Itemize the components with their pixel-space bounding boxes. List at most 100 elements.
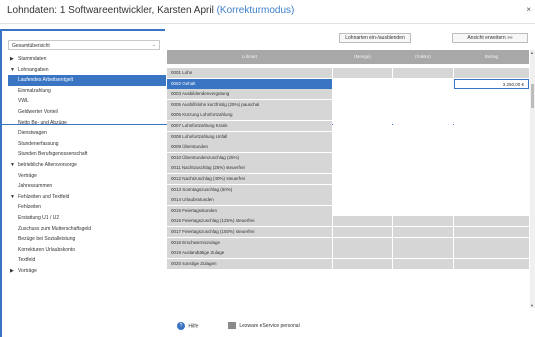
cell-menge[interactable] <box>333 110 392 121</box>
cell-menge[interactable] <box>333 195 392 206</box>
cell-menge[interactable] <box>333 89 392 100</box>
cell-menge[interactable] <box>333 248 392 259</box>
sidebar-item[interactable]: Dienstwagen <box>8 128 166 139</box>
column-header-betrag[interactable]: Betrag <box>454 50 529 64</box>
cell-betrag[interactable] <box>454 110 529 121</box>
sidebar-item[interactable]: Korrekturen Urlaubskonto <box>8 245 166 256</box>
scroll-down-icon[interactable]: ▼ <box>530 303 534 308</box>
scroll-up-icon[interactable]: ▲ <box>530 50 534 55</box>
expand-view-button[interactable]: Ansicht erweitern »» <box>452 33 528 43</box>
cell-faktor[interactable] <box>393 68 453 78</box>
cell-betrag[interactable] <box>454 89 529 100</box>
cell-menge[interactable] <box>333 142 392 153</box>
cell-faktor[interactable] <box>393 226 453 237</box>
column-header-menge[interactable]: (Menge) <box>333 50 392 64</box>
cell-menge[interactable] <box>333 205 392 216</box>
table-row[interactable]: 0011 Nachtzuschlag (25%) steuerfrei <box>167 163 529 174</box>
close-icon[interactable]: × <box>526 5 531 14</box>
table-row[interactable]: 0008 Lohnfortzahlung Unfall <box>167 131 529 143</box>
cell-menge[interactable] <box>333 226 392 237</box>
cell-faktor[interactable] <box>393 120 453 131</box>
sidebar-item[interactable]: Laufendes Arbeitsentgelt <box>8 75 166 86</box>
sidebar-item[interactable]: Netto Be- und Abzüge <box>8 118 166 129</box>
cell-menge[interactable] <box>333 99 392 110</box>
table-row[interactable]: 0010 Überstundenzuschlag (25%) <box>167 152 529 164</box>
cell-betrag[interactable] <box>454 131 529 142</box>
table-row[interactable]: 0002 Gehalt 3.250,00 € <box>167 78 529 90</box>
sidebar-item[interactable]: Jahressummen <box>8 181 166 192</box>
cell-faktor[interactable] <box>393 195 453 206</box>
cell-menge[interactable] <box>333 120 392 131</box>
cell-betrag[interactable] <box>454 120 529 131</box>
cell-faktor[interactable] <box>393 216 453 227</box>
table-row[interactable]: 0003 Ausbildendenvergütung <box>167 89 529 100</box>
lexware-eservice-link[interactable]: Lexware eService personal <box>228 322 300 329</box>
cell-betrag[interactable] <box>454 237 529 248</box>
table-row[interactable]: 0007 Lohnfortzahlung Krank <box>167 120 529 132</box>
cell-faktor[interactable] <box>393 163 453 174</box>
sidebar-item[interactable]: ▼ Lohnangaben <box>8 65 166 76</box>
expand-down-icon[interactable]: ▼ <box>10 192 18 203</box>
toggle-lohnarten-button[interactable]: Lohnarten ein-/ausblenden <box>339 33 411 43</box>
sidebar-item[interactable]: Erstattung U1 / U2 <box>8 213 166 224</box>
table-row[interactable]: 0015 Feiertagsstunden <box>167 205 529 217</box>
cell-menge[interactable] <box>333 152 392 163</box>
table-row[interactable]: 0012 Nachtzuschlag (40%) steuerfrei <box>167 173 529 185</box>
sidebar-item[interactable]: ▶ Vorträge <box>8 266 166 277</box>
table-row[interactable]: 0013 Sonntagszuschlag (50%) <box>167 184 529 196</box>
vertical-scrollbar[interactable]: ▲ ▼ <box>530 50 535 308</box>
table-row[interactable]: 0020 sonstige Zulagen <box>167 258 529 270</box>
sidebar-item[interactable]: ▼ Fehlzeiten und Textfeld <box>8 192 166 203</box>
cell-betrag[interactable] <box>454 248 529 259</box>
table-row[interactable]: 0009 Überstunden <box>167 142 529 153</box>
cell-menge[interactable] <box>333 78 392 89</box>
cell-betrag[interactable] <box>454 216 529 227</box>
scroll-thumb[interactable] <box>531 84 534 108</box>
cell-faktor[interactable] <box>393 258 453 269</box>
cell-faktor[interactable] <box>393 184 453 195</box>
cell-faktor[interactable] <box>393 237 453 248</box>
expand-right-icon[interactable]: ▶ <box>10 266 18 277</box>
cell-faktor[interactable] <box>393 152 453 163</box>
cell-betrag[interactable] <box>454 142 529 153</box>
expand-down-icon[interactable]: ▼ <box>10 160 18 171</box>
sidebar-item[interactable]: Stundenerfassung <box>8 139 166 150</box>
cell-menge[interactable] <box>333 68 392 78</box>
column-header-faktor[interactable]: (Faktor) <box>393 50 453 64</box>
sidebar-item[interactable]: Fehlzeiten <box>8 202 166 213</box>
cell-faktor[interactable] <box>393 131 453 142</box>
cell-betrag[interactable] <box>454 99 529 110</box>
sidebar-item[interactable]: Verträge <box>8 171 166 182</box>
cell-betrag[interactable] <box>454 226 529 237</box>
sidebar-item[interactable]: VWL <box>8 96 166 107</box>
cell-betrag[interactable] <box>454 163 529 174</box>
cell-betrag[interactable]: 3.250,00 € <box>454 78 529 89</box>
sidebar-item[interactable]: Zuschuss zum Mutterschaftsgeld <box>8 224 166 235</box>
cell-faktor[interactable] <box>393 248 453 259</box>
table-row[interactable]: 0005 Aushilfslohn kurzfristig (25%) paus… <box>167 99 529 111</box>
sidebar-item[interactable]: Geldwerter Vorteil <box>8 107 166 118</box>
cell-betrag[interactable] <box>454 173 529 184</box>
cell-faktor[interactable] <box>393 89 453 100</box>
table-row[interactable]: 0006 Kürzung Lohnfortzahlung <box>167 110 529 121</box>
expand-right-icon[interactable]: ▶ <box>10 54 18 65</box>
cell-menge[interactable] <box>333 163 392 174</box>
cell-faktor[interactable] <box>393 99 453 110</box>
cell-faktor[interactable] <box>393 78 453 89</box>
cell-menge[interactable] <box>333 216 392 227</box>
table-row[interactable]: 0019 Auslandtätige Zulage <box>167 248 529 259</box>
cell-menge[interactable] <box>333 237 392 248</box>
cell-menge[interactable] <box>333 258 392 269</box>
cell-faktor[interactable] <box>393 205 453 216</box>
expand-down-icon[interactable]: ▼ <box>10 65 18 76</box>
sidebar-item[interactable]: Textfeld <box>8 255 166 266</box>
column-header-lohnart[interactable]: Lohnart <box>167 50 332 64</box>
help-button[interactable]: ? Hilfe <box>177 322 198 330</box>
cell-betrag[interactable] <box>454 258 529 269</box>
cell-faktor[interactable] <box>393 142 453 153</box>
table-row[interactable]: 0001 Lohn <box>167 68 529 79</box>
cell-menge[interactable] <box>333 184 392 195</box>
sidebar-item[interactable]: ▶ Stammdaten <box>8 54 166 65</box>
cell-betrag[interactable] <box>454 152 529 163</box>
sidebar-item[interactable]: Einmalzahlung <box>8 86 166 97</box>
